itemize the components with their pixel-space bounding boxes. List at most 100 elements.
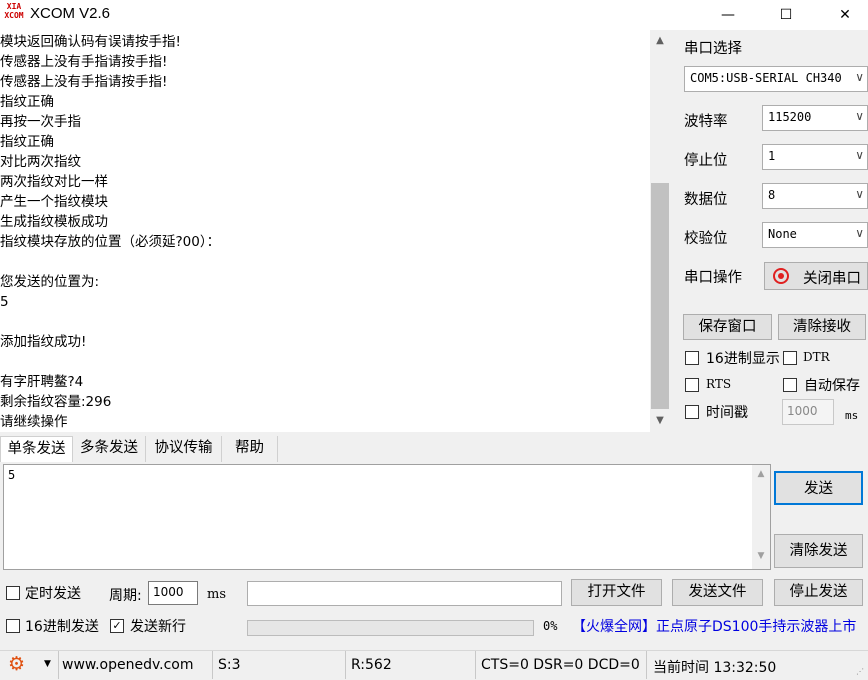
scroll-down-icon[interactable]: ▼: [752, 551, 770, 561]
timestamp-checkbox[interactable]: [685, 405, 699, 419]
port-select[interactable]: COM5:USB-SERIAL CH340 ∨: [684, 66, 868, 92]
auto-save-checkbox[interactable]: [783, 378, 797, 392]
receive-line: 指纹正确: [0, 94, 54, 110]
rts-checkbox[interactable]: [685, 378, 699, 392]
caret-down-icon[interactable]: ▼: [44, 659, 51, 669]
close-port-button[interactable]: 关闭串口: [764, 262, 868, 290]
receive-line: 有字肝聘鳌?4: [0, 374, 84, 390]
receive-line: 再按一次手指: [0, 114, 81, 130]
receive-line: 传感器上没有手指请按手指!: [0, 54, 168, 70]
scroll-up-icon[interactable]: ▲: [650, 32, 670, 50]
chevron-down-icon: ∨: [855, 187, 864, 201]
baud-label: 波特率: [684, 114, 728, 130]
receive-line: 剩余指纹容量:296: [0, 394, 112, 410]
stop-bits-select[interactable]: 1 ∨: [762, 144, 868, 170]
receive-line: 生成指纹模板成功: [0, 214, 108, 230]
send-progress-bar: [247, 620, 534, 636]
file-path-input[interactable]: [247, 581, 562, 606]
scroll-up-icon[interactable]: ▲: [752, 469, 770, 479]
receive-scroll-thumb[interactable]: [651, 183, 669, 409]
send-newline-label: 发送新行: [130, 619, 186, 635]
parity-label: 校验位: [684, 231, 728, 247]
sent-count: S:3: [218, 657, 241, 673]
progress-percent: 0%: [543, 619, 558, 633]
timed-send-label: 定时发送: [25, 586, 81, 602]
period-unit: ms: [207, 587, 226, 602]
period-label: 周期:: [109, 588, 142, 604]
port-status-icon: [773, 268, 789, 284]
status-separator: [58, 651, 59, 679]
receive-line: 模块返回确认码有误请按手指!: [0, 34, 181, 50]
hex-display-label: 16进制显示: [706, 351, 780, 367]
period-input[interactable]: 1000: [148, 581, 198, 605]
receive-line: 两次指纹对比一样: [0, 174, 108, 190]
stop-send-button[interactable]: 停止发送: [774, 579, 863, 606]
data-bits-label: 数据位: [684, 192, 728, 208]
port-select-label: 串口选择: [684, 41, 742, 57]
receive-line: 对比两次指纹: [0, 154, 81, 170]
hex-display-checkbox[interactable]: [685, 351, 699, 365]
received-count: R:562: [351, 657, 392, 673]
parity-select[interactable]: None ∨: [762, 222, 868, 248]
window-title: XCOM V2.6: [30, 5, 111, 22]
stop-bits-label: 停止位: [684, 153, 728, 169]
chevron-down-icon: ∨: [855, 70, 864, 84]
current-time: 当前时间 13:32:50: [653, 660, 777, 676]
website-link[interactable]: www.openedv.com: [62, 657, 194, 673]
clear-send-button[interactable]: 清除发送: [774, 534, 863, 568]
status-separator: [475, 651, 476, 679]
chevron-down-icon: ∨: [855, 109, 864, 123]
receive-line: [0, 312, 650, 332]
line-status: CTS=0 DSR=0 DCD=0: [481, 657, 640, 673]
timestamp-unit: ms: [845, 409, 859, 422]
receive-line: 5: [0, 294, 9, 310]
tab-multi-send[interactable]: 多条发送: [73, 436, 146, 462]
receive-line: 产生一个指纹模块: [0, 194, 108, 210]
tab-single-send[interactable]: 单条发送: [0, 436, 73, 462]
checkmark-icon: ✓: [112, 619, 122, 632]
auto-save-label: 自动保存: [804, 378, 860, 394]
dtr-checkbox[interactable]: [783, 351, 797, 365]
dtr-label: DTR: [803, 350, 830, 364]
scroll-down-icon[interactable]: ▼: [650, 412, 670, 430]
send-button[interactable]: 发送: [774, 471, 863, 505]
hex-send-label: 16进制发送: [25, 619, 99, 635]
receive-line: 请继续操作: [0, 414, 68, 430]
xcom-app-icon: XIA XCOM: [4, 2, 24, 20]
close-button[interactable]: ✕: [822, 0, 868, 30]
send-file-button[interactable]: 发送文件: [672, 579, 763, 606]
chevron-down-icon: ∨: [855, 226, 864, 240]
settings-gear-icon[interactable]: ⚙: [8, 654, 25, 674]
hex-send-checkbox[interactable]: [6, 619, 20, 633]
receive-line: 添加指纹成功!: [0, 334, 87, 350]
open-file-button[interactable]: 打开文件: [571, 579, 662, 606]
clear-receive-button[interactable]: 清除接收: [778, 314, 866, 340]
resize-grip-icon[interactable]: ⋰: [856, 667, 864, 676]
rts-label: RTS: [706, 377, 732, 391]
timestamp-label: 时间戳: [706, 405, 748, 421]
timestamp-interval-input[interactable]: 1000: [782, 399, 834, 425]
receive-line: 您发送的位置为:: [0, 274, 100, 290]
chevron-down-icon: ∨: [855, 148, 864, 162]
send-newline-checkbox[interactable]: ✓: [110, 619, 124, 633]
send-textarea[interactable]: 5 ▲ ▼: [3, 464, 771, 570]
receive-line: 指纹模块存放的位置（必须延?00）：: [0, 234, 221, 250]
status-separator: [345, 651, 346, 679]
promo-link[interactable]: 【火爆全网】正点原子DS100手持示波器上市: [572, 616, 856, 636]
tab-protocol[interactable]: 协议传输: [146, 436, 222, 462]
status-separator: [646, 651, 647, 679]
baud-select[interactable]: 115200 ∨: [762, 105, 868, 131]
receive-line: 传感器上没有手指请按手指!: [0, 74, 168, 90]
minimize-button[interactable]: —: [705, 0, 751, 30]
timed-send-checkbox[interactable]: [6, 586, 20, 600]
status-separator: [212, 651, 213, 679]
send-text: 5: [8, 468, 16, 482]
data-bits-select[interactable]: 8 ∨: [762, 183, 868, 209]
receive-line: 指纹正确: [0, 134, 54, 150]
receive-line: [0, 252, 650, 272]
tab-help[interactable]: 帮助: [222, 436, 278, 462]
receive-text: 模块返回确认码有误请按手指! 传感器上没有手指请按手指! 传感器上没有手指请按手指!…: [0, 30, 650, 432]
receive-textarea[interactable]: 模块返回确认码有误请按手指! 传感器上没有手指请按手指! 传感器上没有手指请按手指!…: [0, 30, 650, 432]
save-window-button[interactable]: 保存窗口: [683, 314, 772, 340]
maximize-button[interactable]: ☐: [763, 0, 809, 30]
